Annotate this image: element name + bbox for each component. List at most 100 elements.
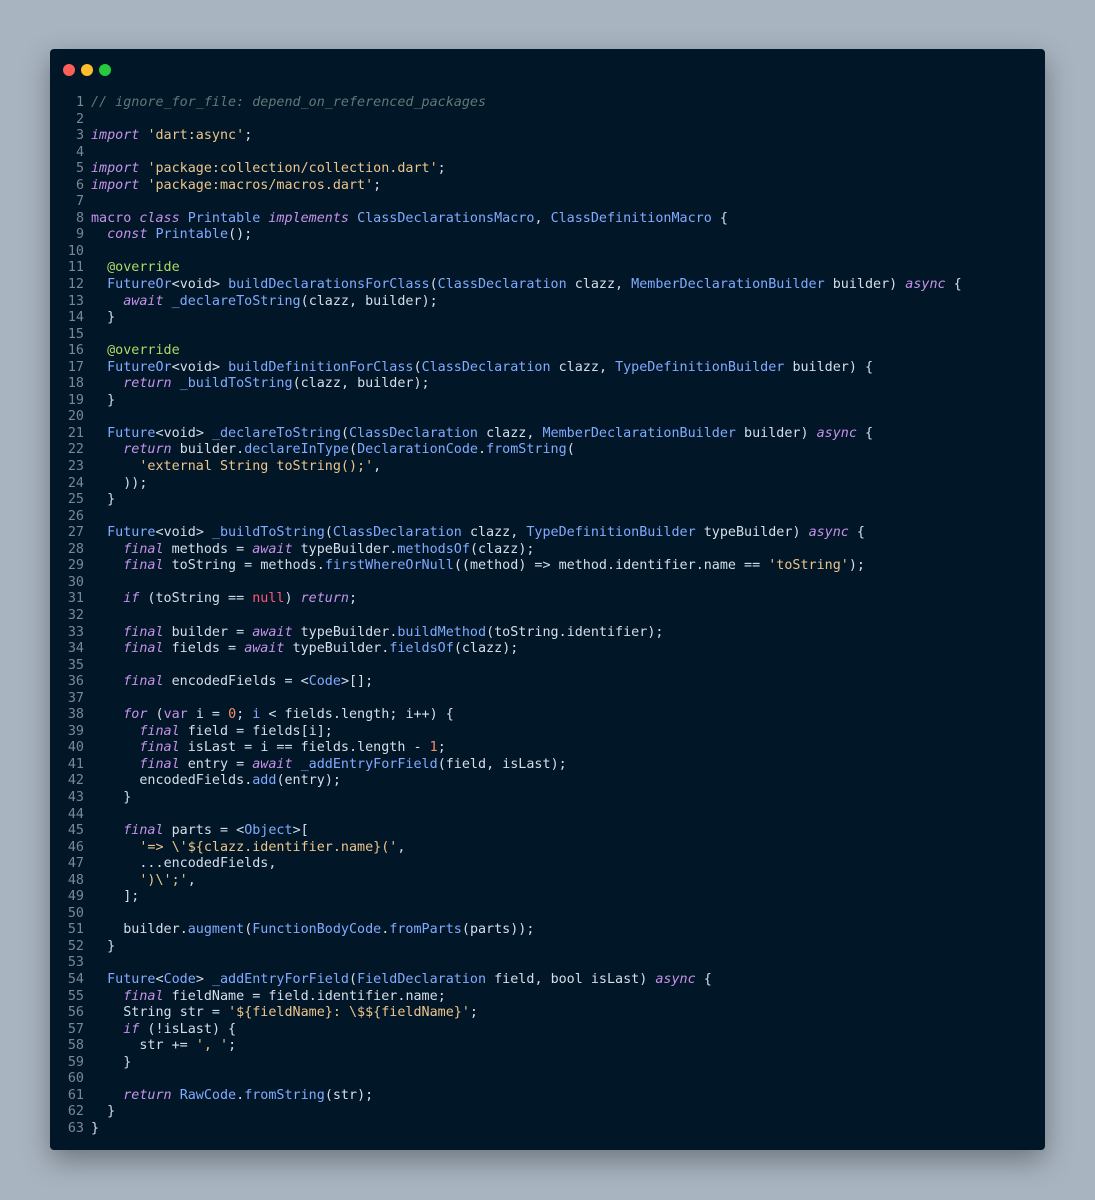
code-line: 24 )); [50,476,1045,493]
line-content [84,194,91,211]
code-line: 41 final entry = await _addEntryForField… [50,757,1045,774]
code-line: 40 final isLast = i == fields.length - 1… [50,740,1045,757]
code-line: 62 } [50,1104,1045,1121]
line-number: 19 [67,392,84,408]
line-content: ]; [91,889,140,905]
code-line: 2 [50,112,1045,129]
line-content: Future<void> _declareToString(ClassDecla… [107,425,874,441]
code-line: 54 Future<Code> _addEntryForField(FieldD… [50,972,1045,989]
line-number: 41 [67,756,84,772]
line-number: 11 [67,260,84,276]
line-content [84,327,91,344]
code-line: 26 [50,509,1045,526]
line-number: 28 [67,541,84,557]
line-content: } [91,1054,132,1070]
line-number: 21 [67,425,84,441]
line-content: FutureOr<void> buildDefinitionForClass(C… [107,359,874,375]
line-number: 16 [67,343,84,359]
line-number: 50 [67,905,84,921]
line-number: 62 [67,1104,84,1120]
line-number: 35 [67,657,84,673]
code-line: 45 final parts = <Object>[ [50,823,1045,840]
code-line: 18 return _buildToString(clazz, builder)… [50,376,1045,393]
line-content: Future<void> _buildToString(ClassDeclara… [107,525,865,541]
line-number: 10 [67,243,84,259]
line-content: Future<Code> _addEntryForField(FieldDecl… [107,971,712,987]
line-number: 4 [75,144,84,160]
line-number: 3 [75,128,84,144]
line-number: 58 [67,1038,84,1054]
code-line: 15 [50,327,1045,344]
line-content: if (toString == null) return; [123,591,358,607]
line-number: 34 [67,641,84,657]
line-content [84,145,91,162]
line-number: 48 [67,872,84,888]
code-line: 7 [50,194,1045,211]
code-line: 32 [50,608,1045,625]
code-line: 25 } [50,492,1045,509]
code-line: 10 [50,244,1045,261]
line-content: return _buildToString(clazz, builder); [123,376,430,392]
line-content: '=> \'${clazz.identifier.name}(', [139,839,406,855]
line-number: 63 [67,1120,84,1136]
line-number: 36 [67,674,84,690]
line-content: FutureOr<void> buildDeclarationsForClass… [107,277,962,293]
line-number: 42 [67,773,84,789]
line-content: 'external String toString();', [139,459,382,475]
code-line: 34 final fields = await typeBuilder.fiel… [50,641,1045,658]
line-number: 27 [67,525,84,541]
code-line: 14 } [50,310,1045,327]
maximize-window-icon[interactable] [99,64,111,76]
line-number: 56 [67,1005,84,1021]
code-line: 38 for (var i = 0; i < fields.length; i+… [50,707,1045,724]
line-content: if (!isLast) { [123,1021,237,1037]
minimize-window-icon[interactable] [81,64,93,76]
line-content [84,1071,91,1088]
line-number: 12 [67,277,84,293]
line-number: 53 [67,955,84,971]
code-line: 11 @override [50,260,1045,277]
code-line: 9 const Printable(); [50,227,1045,244]
code-line: 49 ]; [50,889,1045,906]
line-content: } [91,1120,100,1136]
line-number: 22 [67,442,84,458]
line-number: 8 [75,210,84,226]
line-content [84,575,91,592]
line-number: 61 [67,1087,84,1103]
line-number: 57 [67,1021,84,1037]
line-content: final field = fields[i]; [139,723,333,739]
code-line: 1 // ignore_for_file: depend_on_reference… [50,95,1045,112]
line-content: import 'package:macros/macros.dart'; [91,177,382,193]
code-line: 33 final builder = await typeBuilder.bui… [50,625,1045,642]
line-content [84,112,91,129]
line-content: } [91,310,116,326]
line-number: 55 [67,988,84,1004]
line-content: return builder.declareInType(Declaration… [123,442,575,458]
code-line: 23 'external String toString();', [50,459,1045,476]
line-content: ')\';', [139,872,196,888]
code-line: 5 import 'package:collection/collection.d… [50,161,1045,178]
line-content: } [91,392,116,408]
code-line: 17 FutureOr<void> buildDefinitionForClas… [50,360,1045,377]
line-content: @override [107,260,180,276]
code-line: 8 macro class Printable implements ClassD… [50,211,1045,228]
line-number: 30 [67,574,84,590]
code-line: 47 ...encodedFields, [50,856,1045,873]
line-number: 43 [67,789,84,805]
line-content: macro class Printable implements ClassDe… [91,210,728,226]
line-number: 45 [67,823,84,839]
line-content: final fields = await typeBuilder.fieldsO… [123,641,519,657]
close-window-icon[interactable] [63,64,75,76]
code-line: 31 if (toString == null) return; [50,591,1045,608]
line-number: 32 [67,607,84,623]
code-line: 48 ')\';', [50,873,1045,890]
line-content: final builder = await typeBuilder.buildM… [123,624,664,640]
line-number: 38 [67,707,84,723]
line-content [84,691,91,708]
line-number: 2 [75,111,84,127]
code-line: 20 [50,409,1045,426]
line-content: return RawCode.fromString(str); [123,1087,374,1103]
code-line: 37 [50,691,1045,708]
line-content: } [91,789,132,805]
line-number: 20 [67,409,84,425]
